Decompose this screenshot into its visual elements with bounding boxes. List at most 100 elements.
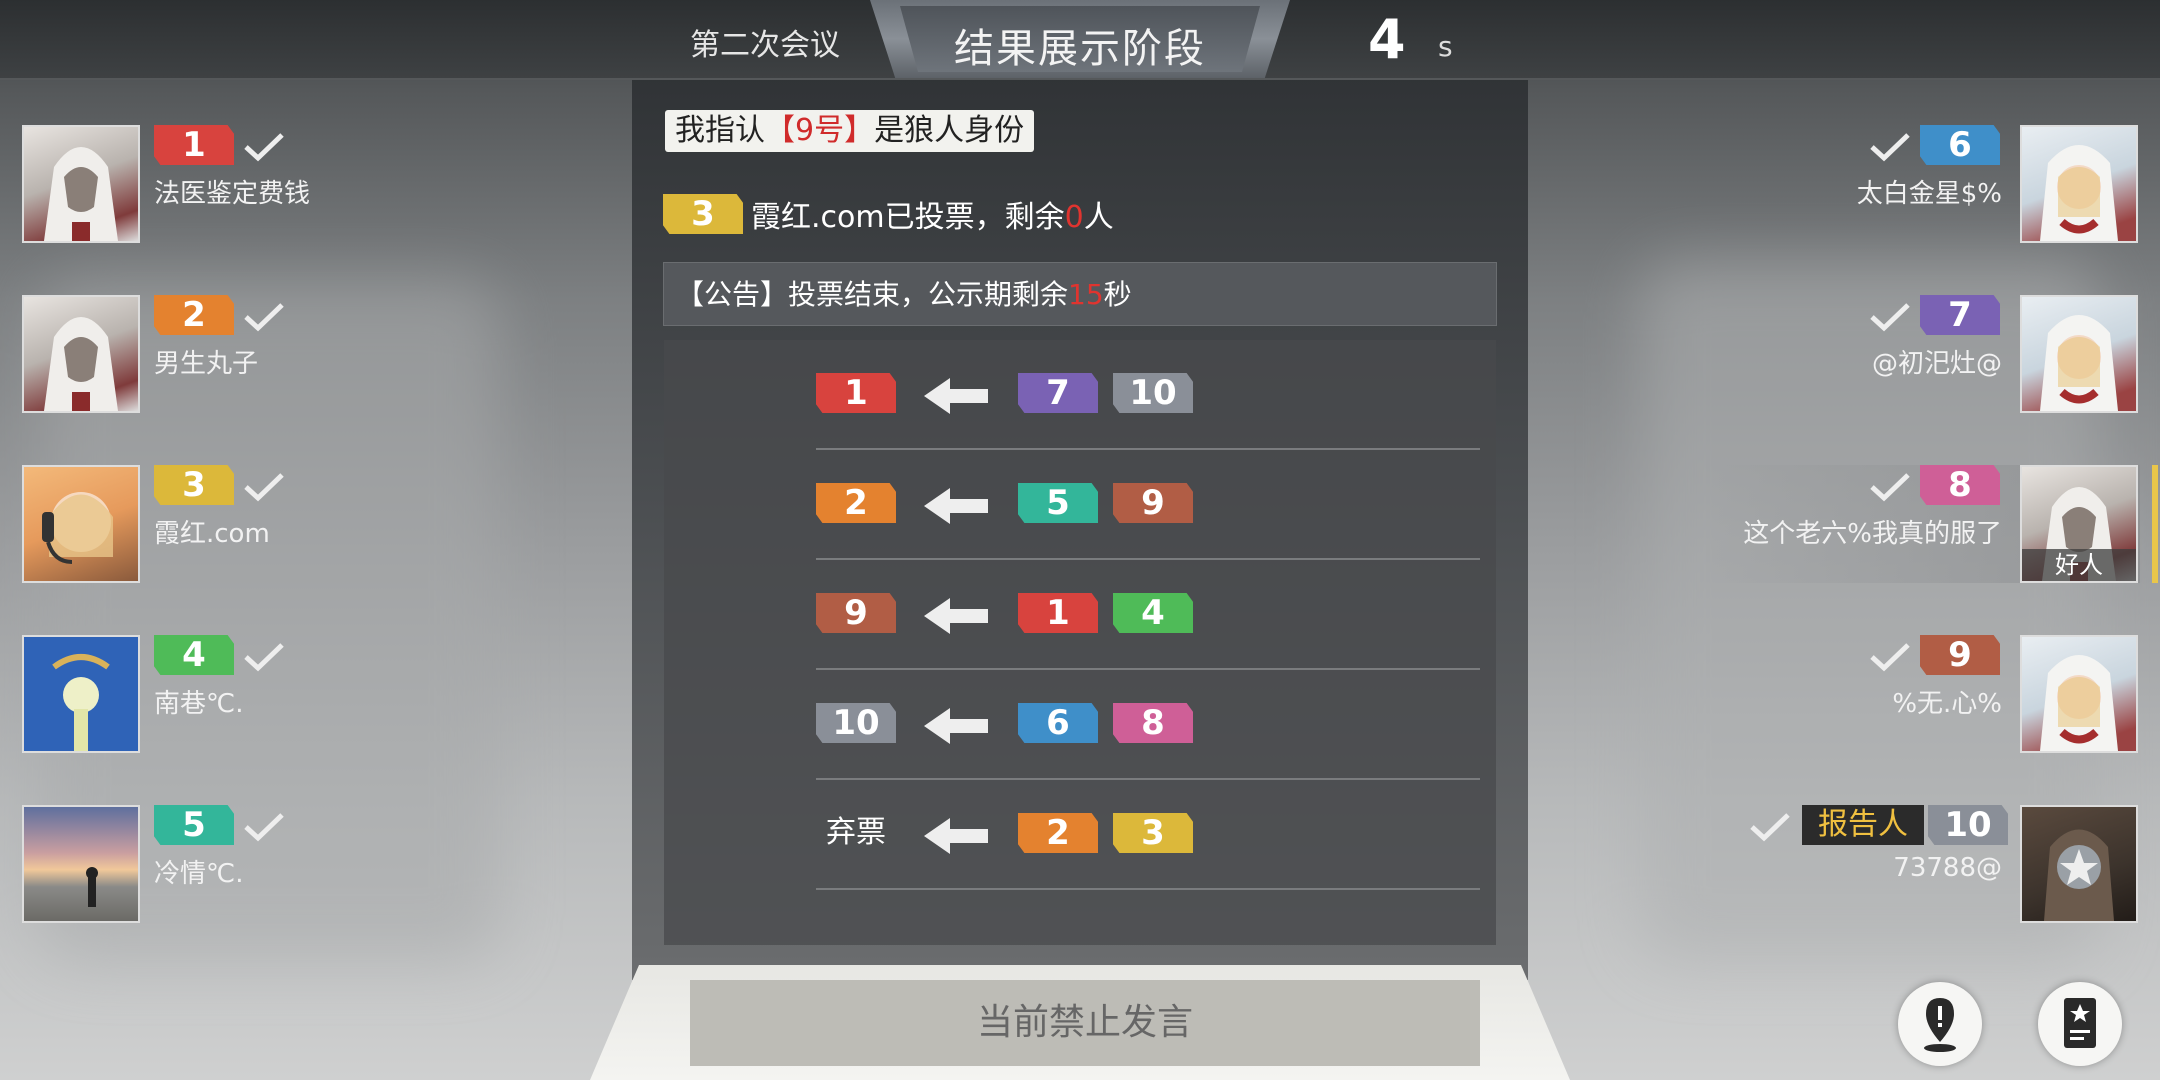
role-card-button[interactable]	[2038, 982, 2122, 1066]
white-hood-girl-icon	[2040, 655, 2118, 751]
player-seat-10[interactable]: 报告人 10 73788@	[1438, 805, 2138, 925]
announcement-bar: 【公告】投票结束，公示期剩余15秒	[663, 262, 1497, 326]
remaining-count: 0	[1064, 200, 1084, 235]
player-number-badge: 10	[1928, 805, 2008, 845]
player-seat-6[interactable]: 6 太白金星$%	[1438, 125, 2138, 245]
arrow-left-icon	[924, 708, 988, 744]
player-name: 73788@	[1893, 853, 2002, 883]
map-marker-button[interactable]	[1898, 982, 1982, 1066]
vote-target-badge: 9	[816, 593, 896, 633]
player-avatar[interactable]	[22, 805, 140, 923]
player-name: 南巷℃.	[154, 689, 244, 719]
player-avatar[interactable]	[22, 635, 140, 753]
player-seat-7[interactable]: 7 @初汜灶@	[1438, 295, 2138, 415]
player-number-badge: 8	[1920, 465, 2000, 505]
countdown-timer: 4	[1368, 8, 1406, 71]
vote-target-badge: 10	[816, 703, 896, 743]
player-avatar[interactable]	[2020, 125, 2138, 243]
check-icon	[244, 133, 284, 162]
notice-text: 【公告】投票结束，公示期剩余	[676, 278, 1069, 311]
player-name: 这个老六%我真的服了	[1743, 519, 2002, 549]
player-avatar[interactable]	[22, 295, 140, 413]
voted-status: 3 霞红.com已投票，剩余0人	[663, 194, 1114, 235]
arrow-left-icon	[924, 378, 988, 414]
player-name: 太白金星$%	[1856, 179, 2002, 209]
player-number-badge: 7	[1920, 295, 2000, 335]
player-avatar[interactable]	[2020, 805, 2138, 923]
player-name: 霞红.com	[154, 519, 270, 549]
phase-banner: 结果展示阶段	[870, 0, 1290, 78]
player-avatar[interactable]: 好人	[2020, 465, 2138, 583]
check-icon	[244, 303, 284, 332]
check-icon	[1870, 133, 1910, 162]
speech-suffix: 是狼人身份	[874, 113, 1025, 148]
player-number-badge: 4	[154, 635, 234, 675]
player-seat-9[interactable]: 9 %无.心%	[1438, 635, 2138, 755]
headset-girl-icon	[42, 492, 113, 564]
player-name: 冷情℃.	[154, 859, 244, 889]
player-seat-5[interactable]: 5 冷情℃.	[22, 805, 722, 925]
player-seat-2[interactable]: 2 男生丸子	[22, 295, 722, 415]
voter-badge: 5	[1018, 483, 1098, 523]
player-seat-8[interactable]: 好人 8 这个老六%我真的服了	[1438, 465, 2158, 585]
voter-badge: 8	[1113, 703, 1193, 743]
timer-unit: s	[1438, 30, 1453, 63]
player-number-badge: 6	[1920, 125, 2000, 165]
sprout-doll-icon	[52, 654, 110, 751]
abstain-label: 弃票	[826, 815, 886, 850]
vote-row: 2 5 9	[816, 450, 1480, 560]
voter-badge: 10	[1113, 373, 1193, 413]
speaking-indicator	[2152, 465, 2158, 583]
meeting-label: 第二次会议	[690, 28, 840, 63]
arrow-left-icon	[924, 488, 988, 524]
voter-badge: 7	[1018, 373, 1098, 413]
player-number-badge: 3	[154, 465, 234, 505]
check-icon	[1870, 643, 1910, 672]
voter-badge: 2	[1018, 813, 1098, 853]
player-seat-1[interactable]: 1 法医鉴定费钱	[22, 125, 722, 245]
voter-badge: 4	[1113, 593, 1193, 633]
voter-badge: 9	[1113, 483, 1193, 523]
voted-suffix: 人	[1083, 200, 1114, 235]
check-icon	[244, 473, 284, 502]
hooded-assassin-icon	[44, 147, 118, 241]
vote-row: 9 1 4	[816, 560, 1480, 670]
player-number-badge: 9	[1920, 635, 2000, 675]
player-seat-4[interactable]: 4 南巷℃.	[22, 635, 722, 755]
check-icon	[1870, 473, 1910, 502]
player-avatar[interactable]	[22, 465, 140, 583]
player-number-badge: 1	[154, 125, 234, 165]
voter-badge: 1	[1018, 593, 1098, 633]
check-icon	[1750, 813, 1790, 842]
check-icon	[244, 643, 284, 672]
chat-disabled-bar[interactable]: 当前禁止发言	[690, 980, 1480, 1066]
check-icon	[1870, 303, 1910, 332]
speech-highlight: 【9号】	[765, 113, 875, 148]
player-avatar[interactable]	[2020, 295, 2138, 413]
player-seat-3[interactable]: 3 霞红.com	[22, 465, 722, 585]
player-number-badge: 2	[154, 295, 234, 335]
good-person-tag: 好人	[2022, 549, 2136, 581]
vote-row: 弃票 2 3	[816, 780, 1480, 890]
player-name: %无.心%	[1892, 689, 2002, 719]
arrow-left-icon	[924, 818, 988, 854]
reporter-label: 报告人	[1802, 805, 1924, 845]
id-card-icon	[2064, 998, 2096, 1048]
sunset-beach-icon	[86, 867, 98, 907]
hooded-assassin-icon	[44, 317, 118, 411]
player-avatar[interactable]	[22, 125, 140, 243]
location-pin-icon	[1924, 998, 1956, 1052]
player-name: 法医鉴定费钱	[154, 179, 311, 209]
notice-suffix: 秒	[1103, 278, 1132, 311]
arrow-left-icon	[924, 598, 988, 634]
vote-target-badge: 1	[816, 373, 896, 413]
vote-results-board: 1 7 10 2 5 9 9 1 4 10 6 8 弃票 2 3	[664, 340, 1496, 945]
voter-badge: 6	[1018, 703, 1098, 743]
voted-text: 霞红.com已投票，剩余	[751, 200, 1065, 235]
player-name: 男生丸子	[154, 349, 259, 379]
phase-title: 结果展示阶段	[954, 26, 1206, 72]
check-icon	[244, 813, 284, 842]
masked-emblem-icon	[2044, 829, 2114, 921]
player-number-badge: 5	[154, 805, 234, 845]
player-avatar[interactable]	[2020, 635, 2138, 753]
